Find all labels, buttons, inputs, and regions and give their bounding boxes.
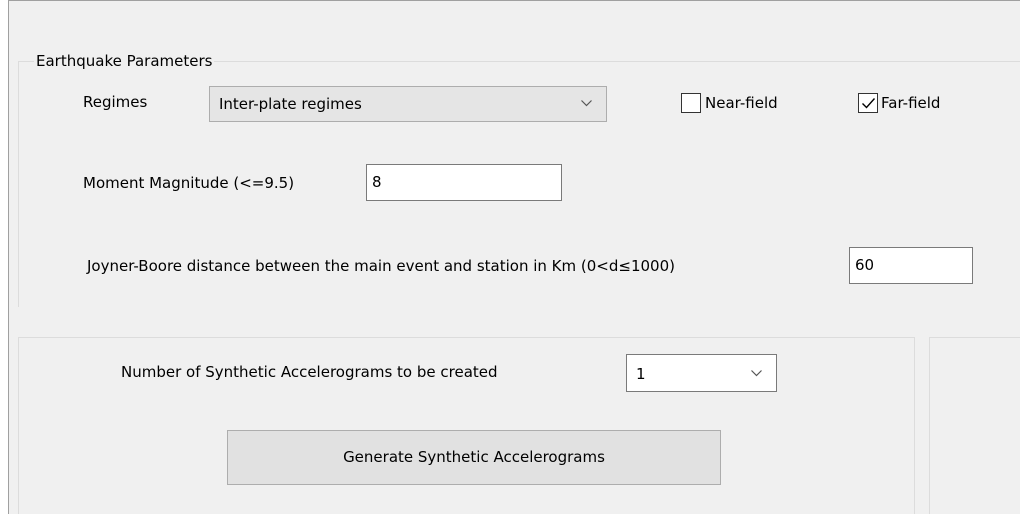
chevron-down-icon <box>751 370 762 377</box>
side-panel <box>929 337 1020 514</box>
regimes-value: Inter-plate regimes <box>219 95 362 113</box>
regimes-label: Regimes <box>83 93 148 111</box>
magnitude-value: 8 <box>372 173 382 191</box>
generate-accelerograms-button[interactable]: Generate Synthetic Accelerograms <box>227 430 721 485</box>
group-title: Earthquake Parameters <box>34 51 215 71</box>
magnitude-label: Moment Magnitude (<=9.5) <box>83 174 295 192</box>
accelerogram-count-label: Number of Synthetic Accelerograms to be … <box>121 363 498 381</box>
far-field-checkbox[interactable] <box>858 93 878 113</box>
regimes-dropdown[interactable]: Inter-plate regimes <box>209 86 607 122</box>
far-field-label: Far-field <box>881 94 941 112</box>
near-field-checkbox[interactable] <box>681 93 701 113</box>
chevron-down-icon <box>581 100 592 107</box>
accelerogram-count-value: 1 <box>636 365 646 383</box>
magnitude-input[interactable]: 8 <box>366 164 562 201</box>
distance-label: Joyner-Boore distance between the main e… <box>87 257 675 275</box>
generate-button-label: Generate Synthetic Accelerograms <box>343 448 605 466</box>
distance-value: 60 <box>855 256 875 274</box>
near-field-label: Near-field <box>705 94 778 112</box>
checkmark-icon <box>862 98 876 109</box>
accelerogram-count-dropdown[interactable]: 1 <box>626 354 777 392</box>
distance-input[interactable]: 60 <box>849 247 973 284</box>
